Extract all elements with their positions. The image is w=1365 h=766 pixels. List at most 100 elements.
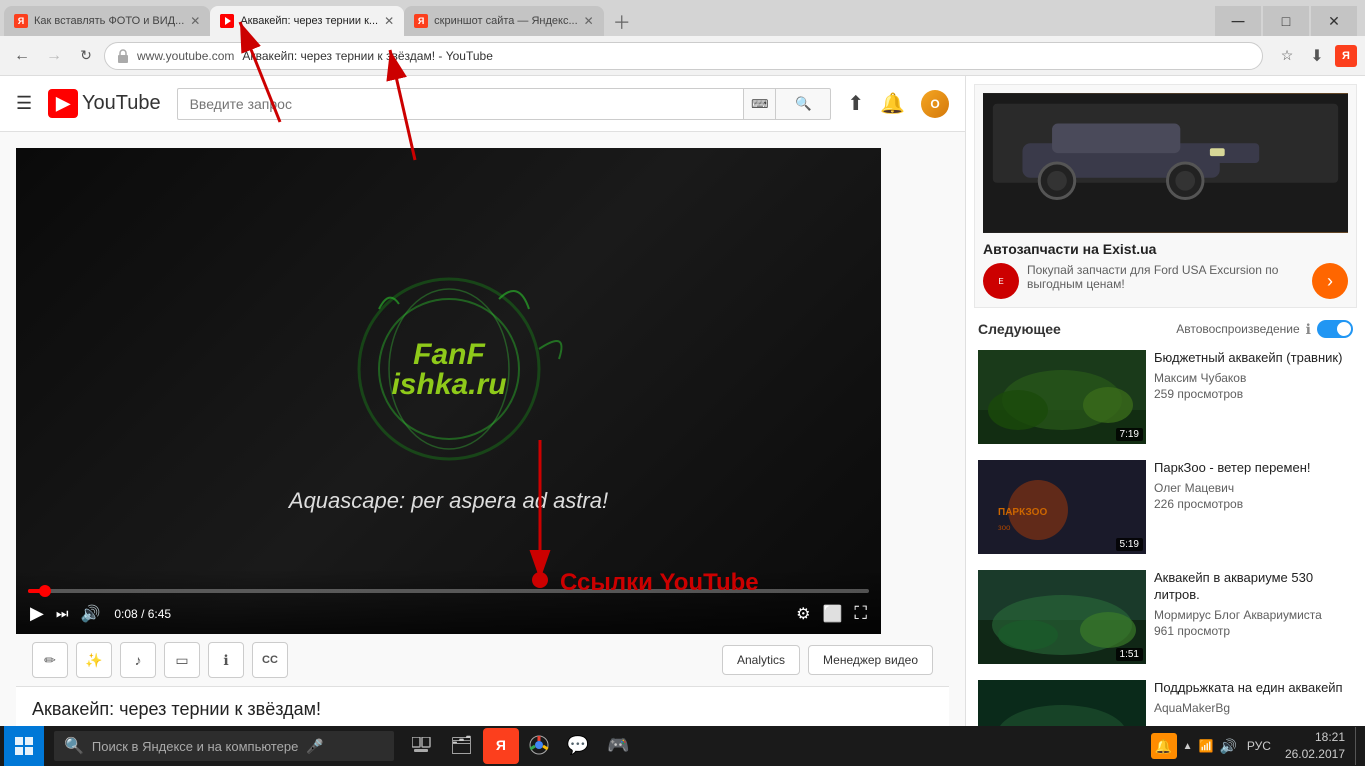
hamburger-icon[interactable]: ☰ bbox=[16, 93, 32, 114]
related-video-1[interactable]: 7:19 Бюджетный аквакейп (травник) Максим… bbox=[974, 346, 1357, 448]
tb-app-skype[interactable]: 💬 bbox=[559, 727, 597, 765]
video-manager-button[interactable]: Менеджер видео bbox=[808, 645, 933, 675]
taskbar: 🔍 Поиск в Яндексе и на компьютере 🎤 🗂 Я … bbox=[0, 726, 1365, 766]
back-button[interactable]: ← bbox=[8, 42, 36, 70]
fullscreen-button[interactable]: ⛶ bbox=[852, 601, 869, 626]
volume-icon[interactable]: 🔊 bbox=[1219, 738, 1236, 755]
tb-app-chrome[interactable] bbox=[521, 727, 557, 765]
video-title: Аквакейп: через тернии к звёздам! bbox=[32, 699, 933, 720]
ad-block: Автозапчасти на Exist.ua E Покупай запча… bbox=[974, 84, 1357, 308]
tab-yandex-1[interactable]: Я Как вставлять ФОТО и ВИД... ✕ bbox=[4, 6, 210, 36]
autoplay-row: Автовоспроизведение ℹ bbox=[1176, 320, 1353, 338]
start-button[interactable] bbox=[4, 726, 44, 766]
analytics-button[interactable]: Analytics bbox=[722, 645, 800, 675]
yt-header: ☰ ▶ YouTube ⌨ 🔍 ⬆ 🔔 О bbox=[0, 76, 965, 132]
search-button[interactable]: 🔍 bbox=[775, 88, 831, 120]
yt-logo[interactable]: ▶ YouTube bbox=[48, 89, 160, 118]
ad-arrow-button[interactable]: › bbox=[1312, 263, 1348, 299]
crop-icon-btn[interactable]: ▭ bbox=[164, 642, 200, 678]
tab-favicon-ya2: Я bbox=[414, 14, 428, 28]
rv-info-2: ПаркЗоо - ветер перемен! Олег Мацевич 22… bbox=[1154, 460, 1353, 554]
tb-app-yandex[interactable]: Я bbox=[483, 728, 519, 764]
rv-channel-3: Мормирус Блог Аквариумиста bbox=[1154, 608, 1353, 622]
tb-app-explorer[interactable]: 🗂 bbox=[442, 727, 481, 765]
network-icon[interactable]: 📶 bbox=[1199, 739, 1214, 753]
address-bar[interactable]: www.youtube.com Аквакейп: через тернии к… bbox=[104, 42, 1263, 70]
taskview-button[interactable] bbox=[404, 727, 440, 765]
tab-close-2[interactable]: ✕ bbox=[584, 14, 594, 28]
lang-indicator[interactable]: РУС bbox=[1243, 739, 1275, 753]
notification-bell-icon[interactable]: 🔔 bbox=[880, 91, 905, 116]
edit-icon-btn[interactable]: ✏ bbox=[32, 642, 68, 678]
related-video-4[interactable]: Поддрьжката на един аквакейп AquaMakerBg bbox=[974, 676, 1357, 726]
clock[interactable]: 18:21 26.02.2017 bbox=[1277, 729, 1353, 763]
window-minimize[interactable]: ─ bbox=[1215, 6, 1261, 36]
ad-logo: E bbox=[983, 263, 1019, 299]
next-label: Следующее bbox=[978, 321, 1061, 337]
enhancement-icon-btn[interactable]: ✨ bbox=[76, 642, 112, 678]
tab-new[interactable]: ＋ bbox=[608, 8, 636, 36]
subtitles-icon-btn[interactable]: CC bbox=[252, 642, 288, 678]
clock-date: 26.02.2017 bbox=[1285, 746, 1345, 763]
rv-title-2: ПаркЗоо - ветер перемен! bbox=[1154, 460, 1353, 477]
address-page-title: Аквакейп: через тернии к звёздам! - YouT… bbox=[242, 49, 492, 63]
play-button[interactable]: ▶ bbox=[28, 601, 46, 626]
video-time: 0:08 / 6:45 bbox=[114, 607, 171, 621]
forward-button[interactable]: → bbox=[40, 42, 68, 70]
yandex-logo-action[interactable]: Я bbox=[1335, 45, 1357, 67]
rv-thumb-2: ПАРКЗОО зоо 5:19 bbox=[978, 460, 1146, 554]
show-desktop-button[interactable] bbox=[1355, 727, 1361, 765]
video-thumbnail: FanF ishka.ru Aquascape: per aspera ad a… bbox=[16, 148, 881, 634]
browser-window: Я Как вставлять ФОТО и ВИД... ✕ Аквакейп… bbox=[0, 0, 1365, 766]
tab-label-1: Как вставлять ФОТО и ВИД... bbox=[34, 15, 184, 27]
tab-yandex-2[interactable]: Я скриншот сайта — Яндекс... ✕ bbox=[404, 6, 604, 36]
taskbar-search-text: Поиск в Яндексе и на компьютере bbox=[92, 739, 298, 754]
tb-app-game[interactable]: 🎮 bbox=[599, 727, 637, 765]
browser-tabs-bar: Я Как вставлять ФОТО и ВИД... ✕ Аквакейп… bbox=[0, 0, 1365, 36]
keyboard-icon[interactable]: ⌨ bbox=[743, 88, 775, 120]
window-close[interactable]: ✕ bbox=[1311, 6, 1357, 36]
info-icon-btn[interactable]: ℹ bbox=[208, 642, 244, 678]
upload-icon[interactable]: ⬆ bbox=[847, 91, 864, 116]
arrow-up-icon[interactable]: ▲ bbox=[1183, 741, 1193, 752]
ad-image bbox=[983, 93, 1348, 233]
next-header: Следующее Автовоспроизведение ℹ bbox=[974, 320, 1357, 338]
user-avatar[interactable]: О bbox=[921, 90, 949, 118]
search-input[interactable] bbox=[177, 88, 744, 120]
video-controls-bottom: ▶ ⏭ 🔊 0:08 / 6:45 ⚙ ⬜ ⛶ bbox=[28, 601, 869, 626]
browser-controls-bar: ← → ↻ www.youtube.com Аквакейп: через те… bbox=[0, 36, 1365, 76]
autoplay-label: Автовоспроизведение bbox=[1176, 322, 1299, 336]
tab-close-1[interactable]: ✕ bbox=[190, 14, 200, 28]
tab-close-yt[interactable]: ✕ bbox=[384, 14, 394, 28]
audio-icon-btn[interactable]: ♪ bbox=[120, 642, 156, 678]
progress-fill bbox=[28, 589, 45, 593]
page-content: ☰ ▶ YouTube ⌨ 🔍 ⬆ 🔔 О bbox=[0, 76, 1365, 726]
autoplay-toggle[interactable] bbox=[1317, 320, 1353, 338]
related-video-3[interactable]: 1:51 Аквакейп в аквариуме 530 литров. Мо… bbox=[974, 566, 1357, 668]
mic-icon[interactable]: 🎤 bbox=[306, 738, 323, 755]
search-bar: ⌨ 🔍 bbox=[177, 88, 832, 120]
taskbar-search[interactable]: 🔍 Поиск в Яндексе и на компьютере 🎤 bbox=[54, 731, 394, 761]
ad-row: E Покупай запчасти для Ford USA Excursio… bbox=[983, 263, 1348, 299]
browser-actions: ☆ ⬇ Я bbox=[1275, 44, 1357, 68]
miniplayer-button[interactable]: ⬜ bbox=[820, 602, 844, 626]
rv-thumb-1: 7:19 bbox=[978, 350, 1146, 444]
volume-button[interactable]: 🔊 bbox=[78, 602, 102, 626]
rv-views-1: 259 просмотров bbox=[1154, 387, 1353, 401]
autoplay-info-icon[interactable]: ℹ bbox=[1306, 321, 1311, 338]
bookmark-star-icon[interactable]: ☆ bbox=[1275, 44, 1299, 68]
notification-icon[interactable]: 🔔 bbox=[1151, 733, 1177, 759]
window-maximize[interactable]: □ bbox=[1263, 6, 1309, 36]
settings-button[interactable]: ⚙ bbox=[794, 602, 812, 626]
video-player: FanF ishka.ru Aquascape: per aspera ad a… bbox=[16, 148, 881, 634]
related-video-2[interactable]: ПАРКЗОО зоо 5:19 ПаркЗоо - ветер перемен… bbox=[974, 456, 1357, 558]
skip-button[interactable]: ⏭ bbox=[54, 603, 71, 624]
svg-text:ishka.ru: ishka.ru bbox=[391, 368, 506, 401]
tab-favicon-yt bbox=[220, 14, 234, 28]
rv-duration-2: 5:19 bbox=[1116, 538, 1143, 551]
tab-youtube[interactable]: Аквакейп: через тернии к... ✕ bbox=[210, 6, 404, 36]
clock-time: 18:21 bbox=[1285, 729, 1345, 746]
download-icon[interactable]: ⬇ bbox=[1305, 44, 1329, 68]
refresh-button[interactable]: ↻ bbox=[72, 42, 100, 70]
progress-bar[interactable] bbox=[28, 589, 869, 593]
